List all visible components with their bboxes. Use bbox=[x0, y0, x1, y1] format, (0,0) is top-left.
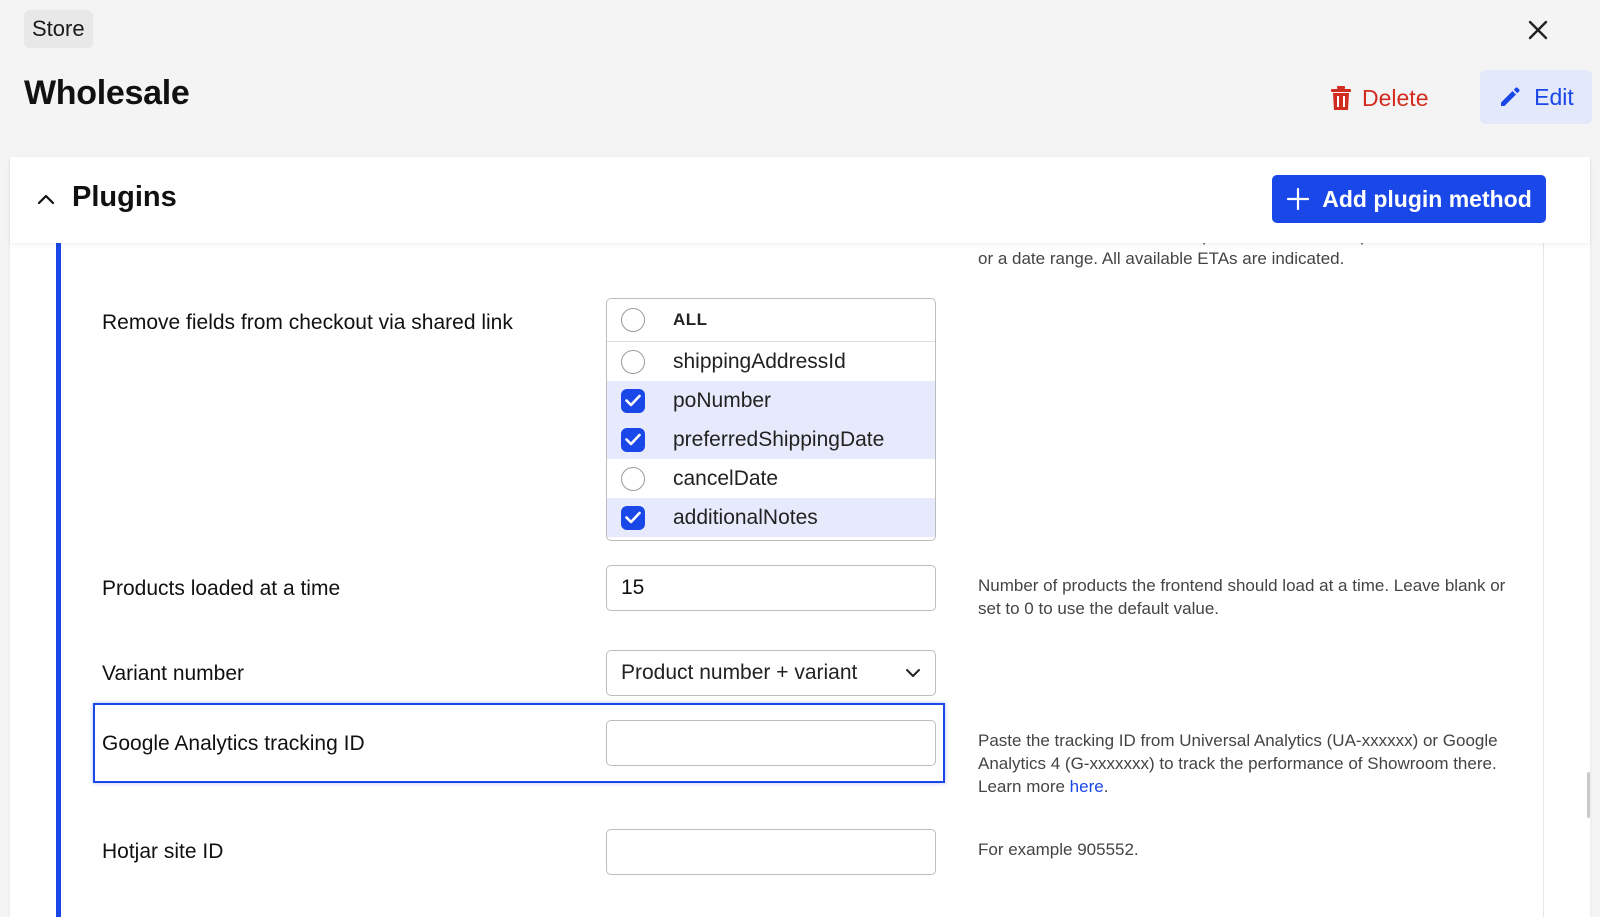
plugin-settings: estimated times of arrival. It's possibl… bbox=[10, 157, 1590, 917]
checklist-item-label: shippingAddressId bbox=[673, 349, 846, 373]
hotjar-label: Hotjar site ID bbox=[102, 840, 224, 863]
checkbox-shipping-address-id[interactable] bbox=[621, 349, 645, 374]
checklist-item-all[interactable]: ALL bbox=[607, 299, 935, 342]
scrollbar-thumb[interactable] bbox=[1587, 772, 1590, 818]
plugin-accent-bar bbox=[56, 243, 61, 917]
check-icon bbox=[625, 394, 641, 407]
page-title: Wholesale bbox=[24, 74, 190, 112]
checklist-item-po-number[interactable]: poNumber bbox=[607, 381, 935, 420]
variant-number-label: Variant number bbox=[102, 662, 245, 685]
chevron-down-icon bbox=[906, 669, 920, 677]
remove-fields-checklist: ALL shippingAddressId poNumber preferred… bbox=[606, 298, 936, 541]
checklist-item-shipping-address-id[interactable]: shippingAddressId bbox=[607, 342, 935, 381]
pencil-icon bbox=[1501, 87, 1520, 106]
close-button[interactable] bbox=[1520, 12, 1556, 48]
ga-tracking-label: Google Analytics tracking ID bbox=[102, 732, 365, 755]
checklist-item-preferred-shipping-date[interactable]: preferredShippingDate bbox=[607, 420, 935, 459]
plugins-panel-header: Plugins Add plugin method bbox=[10, 157, 1590, 243]
check-icon bbox=[625, 433, 641, 446]
remove-fields-label: Remove fields from checkout via shared l… bbox=[102, 311, 513, 334]
variant-number-selected: Product number + variant bbox=[621, 661, 858, 684]
checkbox-all[interactable] bbox=[621, 308, 645, 332]
edit-button[interactable]: Edit bbox=[1480, 70, 1592, 124]
checklist-item-label: additionalNotes bbox=[673, 505, 818, 529]
variant-number-select[interactable]: Product number + variant bbox=[606, 650, 936, 696]
hotjar-help: For example 905552. bbox=[978, 840, 1139, 859]
products-loaded-label: Products loaded at a time bbox=[102, 577, 341, 600]
delete-button[interactable]: Delete bbox=[1330, 80, 1428, 116]
ga-tracking-help: Paste the tracking ID from Universal Ana… bbox=[978, 731, 1498, 796]
checklist-item-label: poNumber bbox=[673, 388, 772, 412]
add-plugin-method-button[interactable]: Add plugin method bbox=[1272, 175, 1546, 223]
plugin-card-border bbox=[1543, 243, 1544, 917]
chevron-up-icon bbox=[37, 194, 55, 205]
learn-more-link[interactable]: here bbox=[1070, 777, 1104, 796]
checkbox-preferred-shipping-date[interactable] bbox=[621, 427, 645, 452]
checklist-item-additional-notes[interactable]: additionalNotes bbox=[607, 498, 935, 537]
ga-tracking-input[interactable] bbox=[606, 720, 936, 766]
checklist-item-label: ALL bbox=[673, 310, 708, 329]
products-loaded-input[interactable] bbox=[606, 565, 936, 611]
checklist-item-label: preferredShippingDate bbox=[673, 427, 885, 451]
checkbox-cancel-date[interactable] bbox=[621, 466, 645, 491]
plugins-title: Plugins bbox=[72, 181, 177, 213]
products-loaded-help: Number of products the frontend should l… bbox=[978, 576, 1506, 618]
checklist-item-cancel-date[interactable]: cancelDate bbox=[607, 459, 935, 498]
delete-label: Delete bbox=[1362, 84, 1429, 111]
check-icon bbox=[625, 511, 641, 524]
plugins-panel: estimated times of arrival. It's possibl… bbox=[10, 157, 1590, 917]
collapse-plugins-button[interactable] bbox=[30, 183, 62, 215]
close-icon bbox=[1528, 20, 1548, 40]
checkbox-po-number[interactable] bbox=[621, 388, 645, 413]
trash-icon bbox=[1331, 85, 1351, 110]
checklist-item-label: cancelDate bbox=[673, 466, 779, 490]
add-plugin-method-label: Add plugin method bbox=[1322, 185, 1532, 212]
hotjar-input[interactable] bbox=[606, 829, 936, 875]
breadcrumb-store[interactable]: Store bbox=[24, 10, 93, 48]
plus-icon bbox=[1287, 187, 1310, 211]
checkbox-additional-notes[interactable] bbox=[621, 505, 645, 530]
edit-label: Edit bbox=[1534, 83, 1574, 110]
